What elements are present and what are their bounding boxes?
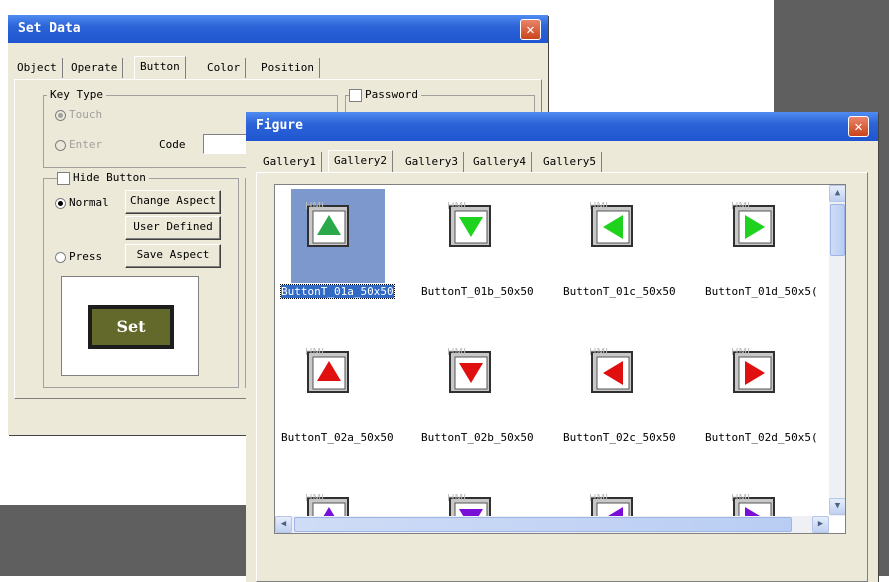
tab-gallery2[interactable]: Gallery2 (328, 150, 393, 173)
user-defined-button[interactable]: User Defined (125, 216, 221, 240)
touch-label: Touch (69, 108, 103, 121)
horizontal-scrollbar[interactable]: ◀ ▶ (275, 516, 829, 533)
tab-color[interactable]: Color (202, 58, 247, 78)
button-thumbnail-icon: HMI (729, 347, 781, 399)
gallery-item[interactable]: HMI ButtonT_02d_50x5( (705, 331, 825, 461)
enter-label: Enter (69, 138, 103, 151)
scroll-right-button[interactable]: ▶ (812, 516, 829, 533)
close-icon[interactable]: ✕ (848, 116, 869, 137)
code-label: Code (159, 138, 186, 151)
tab-gallery4[interactable]: Gallery4 (468, 152, 532, 172)
password-checkbox[interactable]: Password (349, 88, 421, 102)
gallery-item-label: ButtonT_01c_50x50 (563, 285, 676, 298)
tab-position[interactable]: Position (256, 58, 320, 78)
password-label: Password (365, 88, 418, 101)
scroll-down-button[interactable]: ▼ (829, 498, 845, 515)
save-aspect-button[interactable]: Save Aspect (125, 244, 221, 268)
tab-gallery1[interactable]: Gallery1 (258, 152, 322, 172)
gallery-item-label: ButtonT_02d_50x5( (705, 431, 818, 444)
figure-titlebar[interactable]: Figure ✕ (246, 112, 878, 141)
touch-radio[interactable]: Touch (55, 108, 102, 121)
vertical-scroll-thumb[interactable] (830, 204, 845, 256)
button-thumbnail-icon: HMI (587, 201, 639, 253)
scroll-up-button[interactable]: ▲ (829, 185, 845, 202)
set-data-titlebar[interactable]: Set Data ✕ (8, 15, 548, 43)
button-preview-box: Set (61, 276, 199, 376)
gallery-item[interactable]: HMI ButtonT_02c_50x50 (563, 331, 683, 461)
tab-operate[interactable]: Operate (66, 58, 124, 78)
gallery-item[interactable]: HMI ButtonT_02b_50x50 (421, 331, 541, 461)
gallery-item-label: ButtonT_02b_50x50 (421, 431, 534, 444)
gallery-item-label: ButtonT_02a_50x50 (281, 431, 394, 444)
button-thumbnail-icon: HMI (729, 201, 781, 253)
normal-radio[interactable]: Normal (55, 196, 109, 209)
button-thumbnail-icon: HMI (445, 201, 497, 253)
hide-button-label: Hide Button (73, 171, 146, 184)
button-thumbnail-icon: HMI (303, 347, 355, 399)
scroll-left-button[interactable]: ◀ (275, 516, 292, 533)
tab-object[interactable]: Object (12, 58, 63, 78)
change-aspect-button[interactable]: Change Aspect (125, 190, 221, 214)
close-icon[interactable]: ✕ (520, 19, 541, 40)
figure-title: Figure (256, 118, 303, 133)
preview-button-face: Set (92, 309, 170, 345)
button-thumbnail-icon: HMI (303, 201, 355, 253)
figure-window: Figure ✕ Gallery1 Gallery2 Gallery3 Gall… (246, 112, 878, 582)
gallery-item-label: ButtonT_01b_50x50 (421, 285, 534, 298)
button-thumbnail-icon: HMI (445, 347, 497, 399)
tab-gallery5[interactable]: Gallery5 (538, 152, 602, 172)
gallery-list[interactable]: HMI ButtonT_01a_50x50 HMI ButtonT_01b_50x50… (274, 184, 846, 534)
gallery-item[interactable]: HMI ButtonT_01b_50x50 (421, 185, 541, 315)
gallery-item-label: ButtonT_02c_50x50 (563, 431, 676, 444)
set-data-tabs: Object Operate Button Color Position (12, 56, 332, 80)
horizontal-scroll-thumb[interactable] (294, 517, 792, 532)
enter-radio[interactable]: Enter (55, 138, 102, 151)
vertical-scrollbar[interactable]: ▲ ▼ (829, 185, 845, 516)
gallery-item[interactable]: HMI ButtonT_01c_50x50 (563, 185, 683, 315)
press-radio[interactable]: Press (55, 250, 102, 263)
gallery-item[interactable]: HMI ButtonT_02a_50x50 (279, 331, 399, 461)
key-type-label: Key Type (47, 88, 106, 101)
tab-button[interactable]: Button (134, 56, 186, 79)
preview-button: Set (88, 305, 174, 349)
gallery-tabs: Gallery1 Gallery2 Gallery3 Gallery4 Gall… (258, 150, 618, 174)
gallery-item-label: ButtonT_01d_50x5( (705, 285, 818, 298)
hide-button-checkbox[interactable]: Hide Button (57, 171, 149, 185)
gallery-item[interactable]: HMI ButtonT_01a_50x50 (279, 185, 399, 315)
normal-label: Normal (69, 196, 109, 209)
window-title: Set Data (18, 21, 81, 36)
press-label: Press (69, 250, 103, 263)
button-thumbnail-icon: HMI (587, 347, 639, 399)
gallery-item-label: ButtonT_01a_50x50 (280, 284, 395, 299)
gallery-item[interactable]: HMI ButtonT_01d_50x5( (705, 185, 825, 315)
tab-gallery3[interactable]: Gallery3 (400, 152, 464, 172)
